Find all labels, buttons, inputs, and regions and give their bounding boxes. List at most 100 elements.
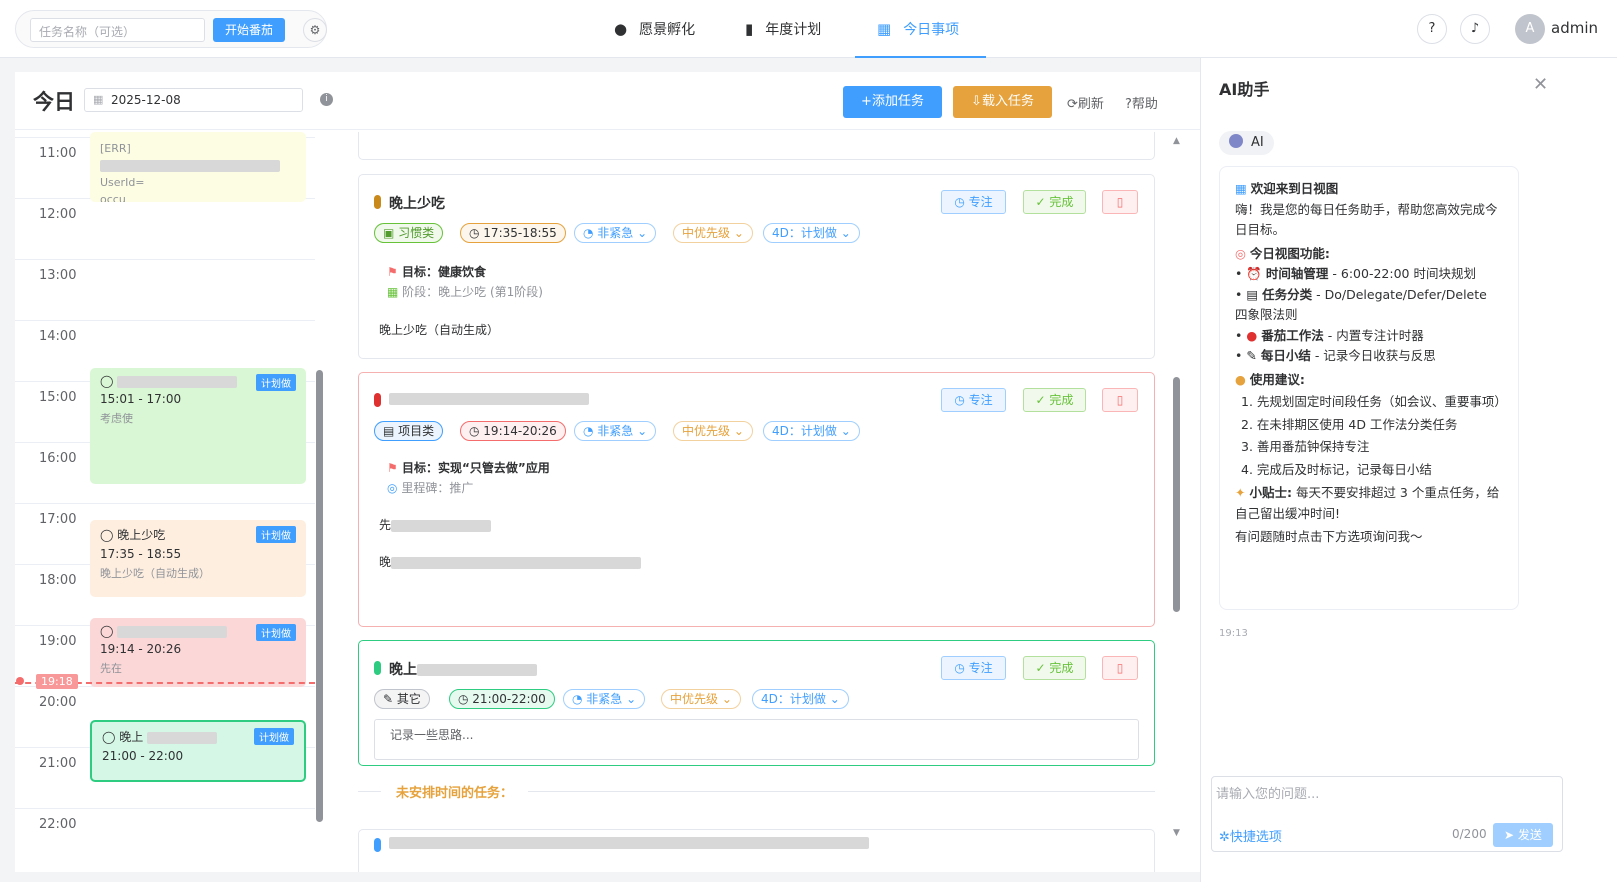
close-icon[interactable]: ✕: [1533, 74, 1548, 95]
focus-button[interactable]: ◷ 专注: [941, 656, 1006, 680]
scroll-down-icon[interactable]: ▼: [1173, 828, 1180, 838]
page-title: 今日: [33, 90, 75, 114]
tab-label: 今日事项: [903, 22, 960, 38]
done-button[interactable]: ✓ 完成: [1023, 190, 1086, 214]
gear-icon[interactable]: ⚙: [303, 18, 327, 42]
tip-heading: 小贴士:: [1249, 485, 1292, 500]
tip-item: 1. 先规划固定时间段任务（如会议、重要事项）: [1241, 394, 1507, 409]
timeline-event[interactable]: 计划做 ◯ 晚上 21:00 - 22:00: [90, 720, 306, 782]
d4-select[interactable]: 4D：计划做 ⌄: [763, 223, 860, 243]
send-button[interactable]: ➤ 发送: [1493, 823, 1553, 847]
focus-label: 专注: [968, 393, 993, 407]
focus-label: 专注: [968, 661, 993, 675]
event-title: [ERR]: [100, 142, 131, 155]
d4-select[interactable]: 4D：计划做 ⌄: [752, 689, 849, 709]
task-title: [389, 391, 589, 407]
refresh-button[interactable]: ⟳刷新: [1067, 93, 1104, 112]
calendar-icon: ▦: [387, 285, 399, 299]
timeline-scrollbar[interactable]: [316, 370, 323, 822]
milestone-text: 里程碑：推广: [401, 481, 474, 495]
priority-select[interactable]: 中优先级 ⌄: [673, 421, 753, 441]
redacted-text: [117, 625, 228, 638]
check-icon: ◯: [100, 374, 114, 388]
help-button[interactable]: ?帮助: [1125, 93, 1158, 112]
bell-icon[interactable]: ♪: [1460, 14, 1490, 44]
d4-select[interactable]: 4D：计划做 ⌄: [763, 421, 860, 441]
username[interactable]: admin: [1551, 19, 1598, 37]
feature-desc: - 内置专注计时器: [1323, 327, 1424, 343]
scroll-up-icon[interactable]: ▲: [1173, 136, 1180, 146]
category-tag[interactable]: ▤ 项目类: [374, 421, 444, 441]
pomodoro-panel: 任务名称（可选） 开始番茄 ⚙: [15, 10, 327, 48]
stage-line: ▦ 阶段：晚上少吃 (第1阶段): [387, 283, 543, 300]
urgency-select[interactable]: ◔ 非紧急 ⌄: [574, 223, 657, 243]
timeline-event[interactable]: 计划做 ◯ 19:14 - 20:26 先在: [90, 618, 306, 687]
unscheduled-heading: 未安排时间的任务：: [381, 782, 529, 801]
focus-button[interactable]: ◷ 专注: [941, 190, 1006, 214]
feature-name: 任务分类: [1262, 286, 1313, 302]
help-icon[interactable]: ?: [1417, 14, 1447, 44]
delete-icon[interactable]: ▯: [1102, 656, 1138, 680]
status-dot: [374, 838, 381, 852]
avatar[interactable]: A: [1515, 14, 1545, 44]
priority-select[interactable]: 中优先级 ⌄: [661, 689, 741, 709]
time-tag[interactable]: ◷ 21:00-22:00: [449, 689, 555, 709]
tip-item: 2. 在未排期区使用 4D 工作法分类任务: [1241, 416, 1458, 432]
category-label: 习惯类: [398, 226, 435, 240]
event-time: 17:35 - 18:55: [100, 547, 182, 561]
hour-row: 22:00: [15, 808, 315, 869]
tab-annual-plan[interactable]: ▮ 年度计划: [745, 0, 821, 58]
desc-text: 先: [379, 518, 392, 532]
tab-label: 愿景孵化: [639, 22, 696, 38]
task-name-input[interactable]: 任务名称（可选）: [30, 18, 205, 42]
urgency-select[interactable]: ◔ 非紧急 ⌄: [563, 689, 646, 709]
hour-row: 12:00: [15, 198, 315, 259]
top-bar: 任务名称（可选） 开始番茄 ⚙ ● 愿景孵化 ▮ 年度计划 ▦ 今日事项 ? ♪ A …: [0, 0, 1617, 58]
list-scrollbar[interactable]: [1173, 377, 1180, 612]
redacted-text: [117, 375, 238, 388]
time-tag[interactable]: ◷ 17:35-18:55: [460, 223, 566, 243]
event-time: 21:00 - 22:00: [102, 749, 184, 763]
urgency-select[interactable]: ◔ 非紧急 ⌄: [574, 421, 657, 441]
date-picker[interactable]: ▦ 2025-12-08: [84, 88, 303, 112]
event-time: UserId=: [100, 176, 145, 189]
priority-select[interactable]: 中优先级 ⌄: [673, 223, 753, 243]
load-task-button[interactable]: ⇩载入任务: [953, 86, 1052, 118]
add-task-button[interactable]: +添加任务: [843, 86, 942, 118]
ai-message: ▦ 欢迎来到日视图 嗨！我是您的每日任务助手，帮助您高效完成今日目标。 ◎ 今日…: [1219, 166, 1519, 610]
delete-icon[interactable]: ▯: [1102, 190, 1138, 214]
category-tag[interactable]: ✎ 其它: [374, 689, 430, 709]
quick-options-button[interactable]: ✲快捷选项: [1219, 826, 1282, 845]
tab-vision[interactable]: ● 愿景孵化: [614, 0, 695, 58]
timeline-event[interactable]: [ERR] UserId= occu: [90, 132, 306, 202]
category-tag[interactable]: ▣ 习惯类: [374, 223, 444, 243]
event-title: 晚上: [119, 730, 144, 744]
delete-icon[interactable]: ▯: [1102, 388, 1138, 412]
timeline-event[interactable]: 计划做 ◯ 晚上少吃 17:35 - 18:55 晚上少吃（自动生成）: [90, 520, 306, 597]
focus-button[interactable]: ◷ 专注: [941, 388, 1006, 412]
status-dot: [374, 195, 381, 209]
tab-today[interactable]: ▦ 今日事项: [855, 0, 986, 58]
time-tag[interactable]: ◷ 19:14-20:26: [460, 421, 566, 441]
start-pomodoro-button[interactable]: 开始番茄: [213, 18, 285, 42]
status-badge: 计划做: [254, 728, 294, 745]
event-desc: occu: [100, 193, 126, 202]
stage-text: 阶段：晚上少吃 (第1阶段): [402, 285, 543, 299]
event-time: 15:01 - 17:00: [100, 392, 182, 406]
goal-text: 目标：实现“只管去做”应用: [401, 461, 550, 475]
hour-label: 17:00: [39, 512, 77, 527]
calendar-icon: ▦: [1235, 181, 1247, 196]
msg-closing: 有问题随时点击下方选项询问我～: [1235, 529, 1423, 544]
done-button[interactable]: ✓ 完成: [1023, 388, 1086, 412]
ai-assistant-panel: AI助手 ✕ AI ▦ 欢迎来到日视图 嗨！我是您的每日任务助手，帮助您高效完成…: [1200, 58, 1617, 882]
goal-line: ⚑ 目标：实现“只管去做”应用: [387, 459, 550, 476]
redacted-text: [147, 731, 218, 744]
quick-label: 快捷选项: [1229, 830, 1282, 845]
event-desc: 晚上少吃（自动生成）: [100, 567, 210, 580]
notes-textarea[interactable]: 记录一些思路...: [374, 719, 1139, 760]
info-icon[interactable]: i: [320, 93, 333, 106]
urgency-label: 非紧急: [597, 226, 634, 240]
timeline-event[interactable]: 计划做 ◯ 15:01 - 17:00 考虑使: [90, 368, 306, 484]
bulb-icon: ●: [1235, 371, 1246, 387]
done-button[interactable]: ✓ 完成: [1023, 656, 1086, 680]
